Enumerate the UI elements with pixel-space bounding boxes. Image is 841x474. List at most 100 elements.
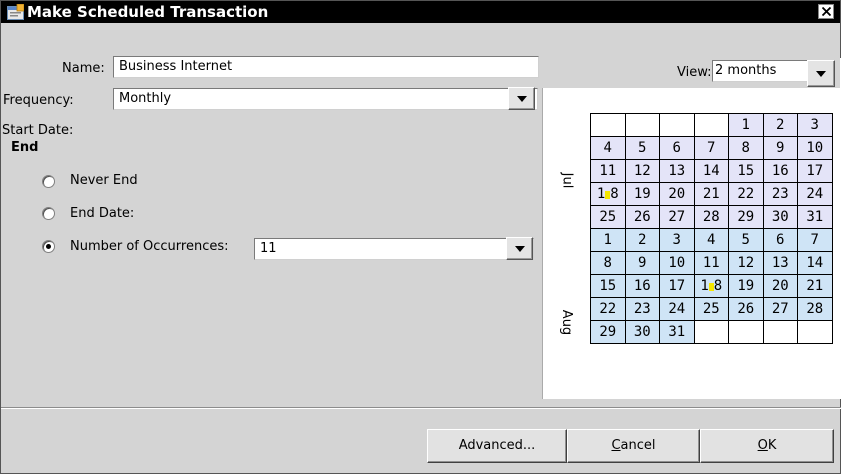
calendar-day-aug-2[interactable]: 2	[624, 228, 660, 252]
advanced-button[interactable]: Advanced...	[427, 429, 567, 463]
calendar-day-aug-8[interactable]: 8	[590, 251, 626, 275]
frequency-select[interactable]: Monthly	[113, 88, 538, 110]
calendar-day-aug-1[interactable]: 1	[590, 228, 626, 252]
calendar-day-aug-17[interactable]: 17	[659, 274, 695, 298]
calendar-day-aug-23[interactable]: 23	[624, 297, 660, 321]
calendar-day-aug-4[interactable]: 4	[693, 228, 729, 252]
view-dropdown-button[interactable]	[807, 60, 835, 87]
calendar-day-aug-19[interactable]: 19	[728, 274, 764, 298]
calendar-day-jul-26[interactable]: 26	[624, 205, 660, 229]
never-end-label[interactable]: Never End	[70, 173, 138, 188]
month-label-jul: Jul	[559, 172, 575, 189]
chevron-down-icon	[517, 96, 527, 102]
calendar-empty-cell	[728, 320, 764, 344]
chevron-down-icon	[816, 71, 826, 77]
name-input[interactable]: Business Internet	[113, 56, 539, 78]
calendar-day-aug-26[interactable]: 26	[728, 297, 764, 321]
calendar-day-jul-13[interactable]: 13	[659, 159, 695, 183]
calendar-day-aug-15[interactable]: 15	[590, 274, 626, 298]
calendar-day-jul-24[interactable]: 24	[797, 182, 833, 206]
cancel-button[interactable]: Cancel	[567, 429, 700, 463]
calendar-day-aug-24[interactable]: 24	[659, 297, 695, 321]
calendar-day-jul-6[interactable]: 6	[659, 136, 695, 160]
calendar-day-aug-12[interactable]: 12	[728, 251, 764, 275]
calendar-day-jul-18[interactable]: 18	[590, 182, 626, 206]
calendar-day-jul-4[interactable]: 4	[590, 136, 626, 160]
title-bar[interactable]: Make Scheduled Transaction	[1, 1, 840, 23]
calendar-day-jul-22[interactable]: 22	[728, 182, 764, 206]
calendar-day-aug-7[interactable]: 7	[797, 228, 833, 252]
calendar-day-aug-25[interactable]: 25	[693, 297, 729, 321]
calendar-day-jul-3[interactable]: 3	[797, 113, 833, 137]
close-icon	[822, 7, 831, 16]
close-button[interactable]	[818, 4, 834, 19]
chevron-down-icon	[515, 246, 525, 252]
end-date-radio[interactable]	[42, 207, 55, 220]
calendar-day-aug-9[interactable]: 9	[624, 251, 660, 275]
calendar-day-aug-13[interactable]: 13	[762, 251, 798, 275]
calendar-day-jul-23[interactable]: 23	[762, 182, 798, 206]
calendar-day-jul-25[interactable]: 25	[590, 205, 626, 229]
day-digit: 8	[610, 185, 619, 202]
calendar-day-jul-8[interactable]: 8	[728, 136, 764, 160]
calendar-day-jul-15[interactable]: 15	[728, 159, 764, 183]
calendar-day-aug-18[interactable]: 18	[693, 274, 729, 298]
calendar-day-jul-28[interactable]: 28	[693, 205, 729, 229]
calendar-day-jul-19[interactable]: 19	[624, 182, 660, 206]
calendar-day-jul-20[interactable]: 20	[659, 182, 695, 206]
frequency-dropdown-button[interactable]	[508, 87, 535, 110]
cancel-label: ancel	[620, 438, 656, 453]
calendar-day-jul-1[interactable]: 1	[728, 113, 764, 137]
calendar-week-row: 15 16 17 1 8 19 20 21	[590, 274, 833, 298]
calendar-week-row: 1234567	[590, 228, 833, 252]
calendar-day-aug-29[interactable]: 29	[590, 320, 626, 344]
calendar-day-aug-30[interactable]: 30	[624, 320, 660, 344]
calendar-empty-cell	[762, 320, 798, 344]
calendar-day-jul-7[interactable]: 7	[693, 136, 729, 160]
calendar-day-aug-5[interactable]: 5	[728, 228, 764, 252]
calendar-day-aug-11[interactable]: 11	[693, 251, 729, 275]
calendar-day-jul-5[interactable]: 5	[624, 136, 660, 160]
calendar-day-jul-29[interactable]: 29	[728, 205, 764, 229]
day-digit: 8	[713, 277, 723, 294]
occurrences-input[interactable]: 11	[254, 238, 534, 260]
calendar-day-aug-22[interactable]: 22	[590, 297, 626, 321]
calendar-day-aug-27[interactable]: 27	[762, 297, 798, 321]
calendar-day-jul-21[interactable]: 21	[693, 182, 729, 206]
calendar-day-aug-14[interactable]: 14	[797, 251, 833, 275]
never-end-radio[interactable]	[42, 175, 55, 188]
occurrences-dropdown-button[interactable]	[506, 237, 533, 260]
calendar-week-row: 123	[590, 113, 833, 137]
calendar-day-jul-11[interactable]: 11	[590, 159, 626, 183]
calendar-day-jul-27[interactable]: 27	[659, 205, 695, 229]
calendar-day-jul-12[interactable]: 12	[624, 159, 660, 183]
start-date-label: Start Date:	[2, 123, 74, 138]
calendar-day-aug-21[interactable]: 21	[797, 274, 833, 298]
calendar-day-aug-6[interactable]: 6	[762, 228, 798, 252]
calendar-day-jul-14[interactable]: 14	[693, 159, 729, 183]
calendar-day-aug-31[interactable]: 31	[659, 320, 695, 344]
occurrences-radio[interactable]	[42, 240, 55, 253]
calendar-day-aug-10[interactable]: 10	[659, 251, 695, 275]
calendar-day-aug-16[interactable]: 16	[624, 274, 660, 298]
calendar-day-jul-30[interactable]: 30	[762, 205, 798, 229]
end-date-label[interactable]: End Date:	[70, 206, 134, 221]
calendar-day-aug-28[interactable]: 28	[797, 297, 833, 321]
dialog-window: Make Scheduled Transaction Name: Busines…	[0, 0, 841, 474]
calendar-day-jul-31[interactable]: 31	[797, 205, 833, 229]
calendar-day-jul-2[interactable]: 2	[762, 113, 798, 137]
end-heading: End	[11, 140, 39, 155]
view-select[interactable]: 2 months	[712, 60, 808, 82]
calendar-day-jul-9[interactable]: 9	[762, 136, 798, 160]
app-icon	[7, 4, 24, 20]
calendar-day-aug-20[interactable]: 20	[762, 274, 798, 298]
calendar-empty-cell	[659, 113, 695, 137]
calendar-day-jul-17[interactable]: 17	[797, 159, 833, 183]
calendar-day-aug-3[interactable]: 3	[659, 228, 695, 252]
ok-button[interactable]: OK	[700, 429, 834, 463]
occurrences-label[interactable]: Number of Occurrences:	[70, 239, 229, 254]
calendar-day-jul-10[interactable]: 10	[797, 136, 833, 160]
calendar-day-jul-16[interactable]: 16	[762, 159, 798, 183]
day-digit: 1	[596, 185, 606, 202]
calendar-week-row: 11 12 13 14 15 16 17	[590, 159, 833, 183]
